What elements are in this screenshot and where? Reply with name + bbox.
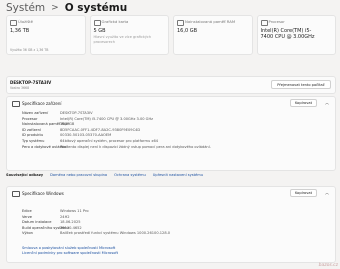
rename-pc-button[interactable]: Přejmenovat tento počítač [271, 80, 331, 89]
section-title: Specifikace Windows [22, 191, 64, 196]
chevron-up-icon[interactable]: ︿ [325, 190, 329, 196]
device-specs-rows: Název zařízení DESKTOP-7STA3IV Procesor In… [22, 111, 211, 150]
link-domain-workgroup[interactable]: Doména nebo pracovní skupina [50, 173, 107, 177]
watermark: bazos.cz [318, 263, 338, 268]
storage-card[interactable]: Úložiště 1,36 TB Využito 36 GB z 1,36 TB [6, 15, 86, 55]
card-label: Procesor [268, 19, 285, 24]
page-title: O systému [64, 2, 128, 14]
card-sub: Hlavní využito ve více grafických proces… [93, 35, 152, 44]
breadcrumb: Systém > O systému [6, 1, 127, 15]
related-links-label: Související odkazy [6, 173, 44, 177]
windows-specs-rows: Edice Windows 11 Pro Verze 24H2 Datum inst… [22, 209, 170, 237]
device-specs-section: Specifikace zařízení Kopírovat ︿ Název z… [6, 96, 336, 171]
spec-row: Výkon Balíček prostředí funkcí systému Wi… [22, 231, 170, 237]
spec-value: Balíček prostředí funkcí systému Windows… [60, 231, 171, 236]
card-footer: Využito 36 GB z 1,36 TB [10, 48, 49, 52]
graphics-card[interactable]: Grafická karta 5 GB Hlavní využito ve ví… [89, 15, 169, 55]
windows-icon [12, 191, 20, 197]
link-license-terms[interactable]: Licenční podmínky pro software společnos… [22, 251, 118, 256]
copy-button[interactable]: Kopírovat [290, 189, 317, 197]
link-system-protection[interactable]: Ochrana systému [114, 173, 146, 177]
card-value: Intel(R) Core(TM) i5-7400 CPU @ 3.00GHz [260, 28, 315, 40]
chevron-up-icon[interactable]: ︿ [325, 100, 329, 106]
summary-cards: Úložiště 1,36 TB Využito 36 GB z 1,36 TB… [6, 15, 336, 55]
card-label: Nainstalovaná paměť RAM [185, 19, 236, 24]
ram-card[interactable]: Nainstalovaná paměť RAM 16,0 GB [173, 15, 253, 55]
card-value: 16,0 GB [177, 28, 198, 34]
spec-row: Pero a dotykové ovládání Pro tento disple… [22, 145, 211, 151]
windows-license-links: Smlouva o poskytování služeb společnosti… [22, 246, 118, 256]
monitor-icon [12, 101, 20, 107]
spec-key: Pero a dotykové ovládání [22, 144, 68, 149]
copy-button[interactable]: Kopírovat [290, 99, 317, 107]
breadcrumb-separator: > [51, 3, 59, 13]
spec-value: Pro tento displej není k dispozici žádný… [60, 144, 211, 149]
device-model: Vostro 3668 [10, 86, 30, 90]
card-value: 5 GB [93, 28, 106, 34]
related-links: Související odkazy Doména nebo pracovní … [6, 170, 334, 180]
link-advanced-settings[interactable]: Upřesnit nastavení systému [153, 173, 203, 177]
card-value: 1,36 TB [10, 28, 30, 34]
section-title: Specifikace zařízení [22, 101, 62, 106]
card-label: Grafická karta [101, 19, 129, 24]
breadcrumb-root[interactable]: Systém [6, 2, 45, 14]
device-name: DESKTOP-7STA3IV [10, 80, 52, 85]
card-label: Úložiště [18, 19, 34, 24]
windows-specs-header[interactable]: Specifikace Windows Kopírovat ︿ [7, 187, 335, 199]
device-specs-header[interactable]: Specifikace zařízení Kopírovat ︿ [7, 97, 335, 109]
device-name-bar: DESKTOP-7STA3IV Vostro 3668 Přejmenovat … [6, 76, 336, 94]
processor-card[interactable]: Procesor Intel(R) Core(TM) i5-7400 CPU @… [256, 15, 336, 55]
gpu-icon [93, 20, 101, 26]
windows-specs-section: Specifikace Windows Kopírovat ︿ Edice Win… [6, 186, 336, 263]
memory-icon [177, 20, 184, 26]
cpu-icon [260, 20, 268, 26]
spec-key: Výkon [22, 231, 33, 236]
storage-icon [10, 20, 17, 26]
